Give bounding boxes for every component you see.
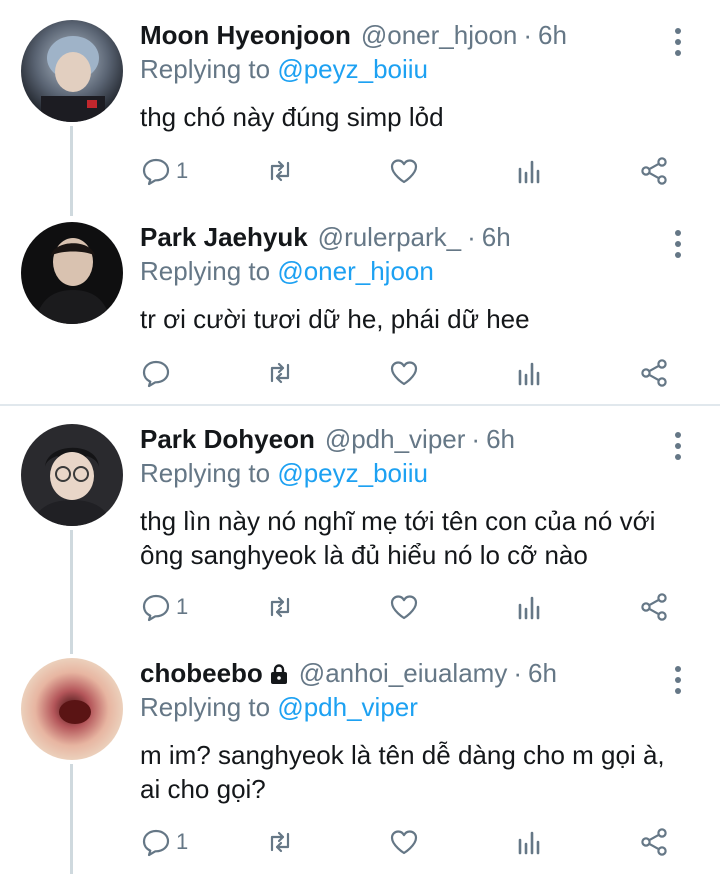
tweet-text: thg lìn này nó nghĩ mẹ tới tên con của n… <box>140 506 656 570</box>
analytics-button[interactable] <box>514 824 546 860</box>
share-button[interactable] <box>638 589 670 625</box>
action-bar: 1 <box>140 153 680 189</box>
thread-line <box>70 764 73 874</box>
user-handle[interactable]: @rulerpark_ <box>318 222 461 253</box>
analytics-icon <box>518 160 540 184</box>
display-name[interactable]: chobeebo <box>140 658 263 689</box>
display-name[interactable]: Moon Hyeonjoon <box>140 20 351 51</box>
retweet-button[interactable] <box>264 355 296 391</box>
more-vertical-icon[interactable] <box>672 230 684 258</box>
reply-icon <box>142 829 170 857</box>
separator-dot: · <box>513 658 522 688</box>
heart-icon <box>390 830 418 855</box>
analytics-button[interactable] <box>514 355 546 391</box>
tweet-text: m im? sanghyeok là tên dễ dàng cho m gọi… <box>140 740 665 804</box>
share-icon <box>641 593 667 621</box>
share-button[interactable] <box>638 153 670 189</box>
reply-button[interactable]: 1 <box>140 153 188 189</box>
share-button[interactable] <box>638 355 670 391</box>
replying-to-label: Replying to <box>140 692 278 722</box>
reply-count: 1 <box>176 158 189 183</box>
reply-button[interactable] <box>140 355 176 391</box>
tweet-header: chobeebo @anhoi_eiualamy · 6h <box>140 658 660 694</box>
mention-link[interactable]: @pdh_viper <box>277 692 418 722</box>
like-button[interactable] <box>388 355 420 391</box>
avatar[interactable] <box>21 20 123 122</box>
tweet-text: tr ơi cười tươi dữ he, phái dữ hee <box>140 304 530 334</box>
timestamp[interactable]: 6h <box>528 658 557 689</box>
display-name[interactable]: Park Jaehyuk <box>140 222 308 253</box>
lock-icon <box>269 660 289 684</box>
timestamp[interactable]: 6h <box>482 222 511 253</box>
reply-button[interactable]: 1 <box>140 824 188 860</box>
retweet-icon <box>270 831 290 853</box>
tweet-header: Park Jaehyuk @rulerpark_ · 6h <box>140 222 660 258</box>
share-button[interactable] <box>638 824 670 860</box>
user-handle[interactable]: @oner_hjoon <box>361 20 518 51</box>
retweet-icon <box>270 362 290 384</box>
heart-icon <box>390 595 418 620</box>
separator-dot: · <box>523 20 533 50</box>
timestamp[interactable]: 6h <box>486 424 515 455</box>
analytics-button[interactable] <box>514 589 546 625</box>
tweet-header: Moon Hyeonjoon @oner_hjoon · 6h <box>140 20 660 56</box>
timestamp[interactable]: 6h <box>538 20 567 51</box>
reply-button[interactable]: 1 <box>140 589 188 625</box>
retweet-icon <box>270 596 290 618</box>
avatar[interactable] <box>21 424 123 526</box>
mention-link[interactable]: @peyz_boiiu <box>277 458 428 488</box>
analytics-button[interactable] <box>514 153 546 189</box>
separator-dot: · <box>467 222 476 252</box>
thread-line <box>70 126 73 216</box>
reply-count: 1 <box>176 594 189 619</box>
more-vertical-icon[interactable] <box>672 432 684 460</box>
tweet-text: thg chó này đúng simp lỏd <box>140 102 444 132</box>
like-button[interactable] <box>388 589 420 625</box>
heart-icon <box>390 361 418 386</box>
avatar[interactable] <box>21 222 123 324</box>
analytics-icon <box>518 596 540 620</box>
action-bar: 1 <box>140 824 680 860</box>
retweet-button[interactable] <box>264 589 296 625</box>
reply-icon <box>142 360 170 388</box>
replying-to-label: Replying to <box>140 458 278 488</box>
replying-to: Replying to @pdh_viper <box>140 692 418 723</box>
retweet-button[interactable] <box>264 824 296 860</box>
separator-dot: · <box>471 424 481 454</box>
tweet-header: Park Dohyeon @pdh_viper · 6h <box>140 424 660 460</box>
like-button[interactable] <box>388 824 420 860</box>
user-handle[interactable]: @pdh_viper <box>325 424 466 455</box>
replying-to: Replying to @peyz_boiiu <box>140 54 428 85</box>
analytics-icon <box>518 831 540 855</box>
avatar[interactable] <box>21 658 123 760</box>
thread-line <box>70 530 73 654</box>
action-bar: 1 <box>140 589 680 625</box>
mention-link[interactable]: @peyz_boiiu <box>277 54 428 84</box>
action-bar <box>140 355 680 391</box>
mention-link[interactable]: @oner_hjoon <box>277 256 434 286</box>
retweet-icon <box>270 160 290 182</box>
analytics-icon <box>518 362 540 386</box>
divider <box>0 404 720 406</box>
replying-to-label: Replying to <box>140 54 278 84</box>
like-button[interactable] <box>388 153 420 189</box>
replying-to: Replying to @oner_hjoon <box>140 256 434 287</box>
more-vertical-icon[interactable] <box>672 28 684 56</box>
replying-to-label: Replying to <box>140 256 278 286</box>
retweet-button[interactable] <box>264 153 296 189</box>
share-icon <box>641 359 667 387</box>
replying-to: Replying to @peyz_boiiu <box>140 458 428 489</box>
reply-icon <box>142 158 170 186</box>
user-handle[interactable]: @anhoi_eiualamy <box>299 658 508 689</box>
reply-feed: Moon Hyeonjoon @oner_hjoon · 6h Replying… <box>0 0 720 874</box>
more-vertical-icon[interactable] <box>672 666 684 694</box>
reply-icon <box>142 594 170 622</box>
display-name[interactable]: Park Dohyeon <box>140 424 315 455</box>
heart-icon <box>390 159 418 184</box>
reply-count: 1 <box>176 829 189 854</box>
share-icon <box>641 828 667 856</box>
share-icon <box>641 157 667 185</box>
